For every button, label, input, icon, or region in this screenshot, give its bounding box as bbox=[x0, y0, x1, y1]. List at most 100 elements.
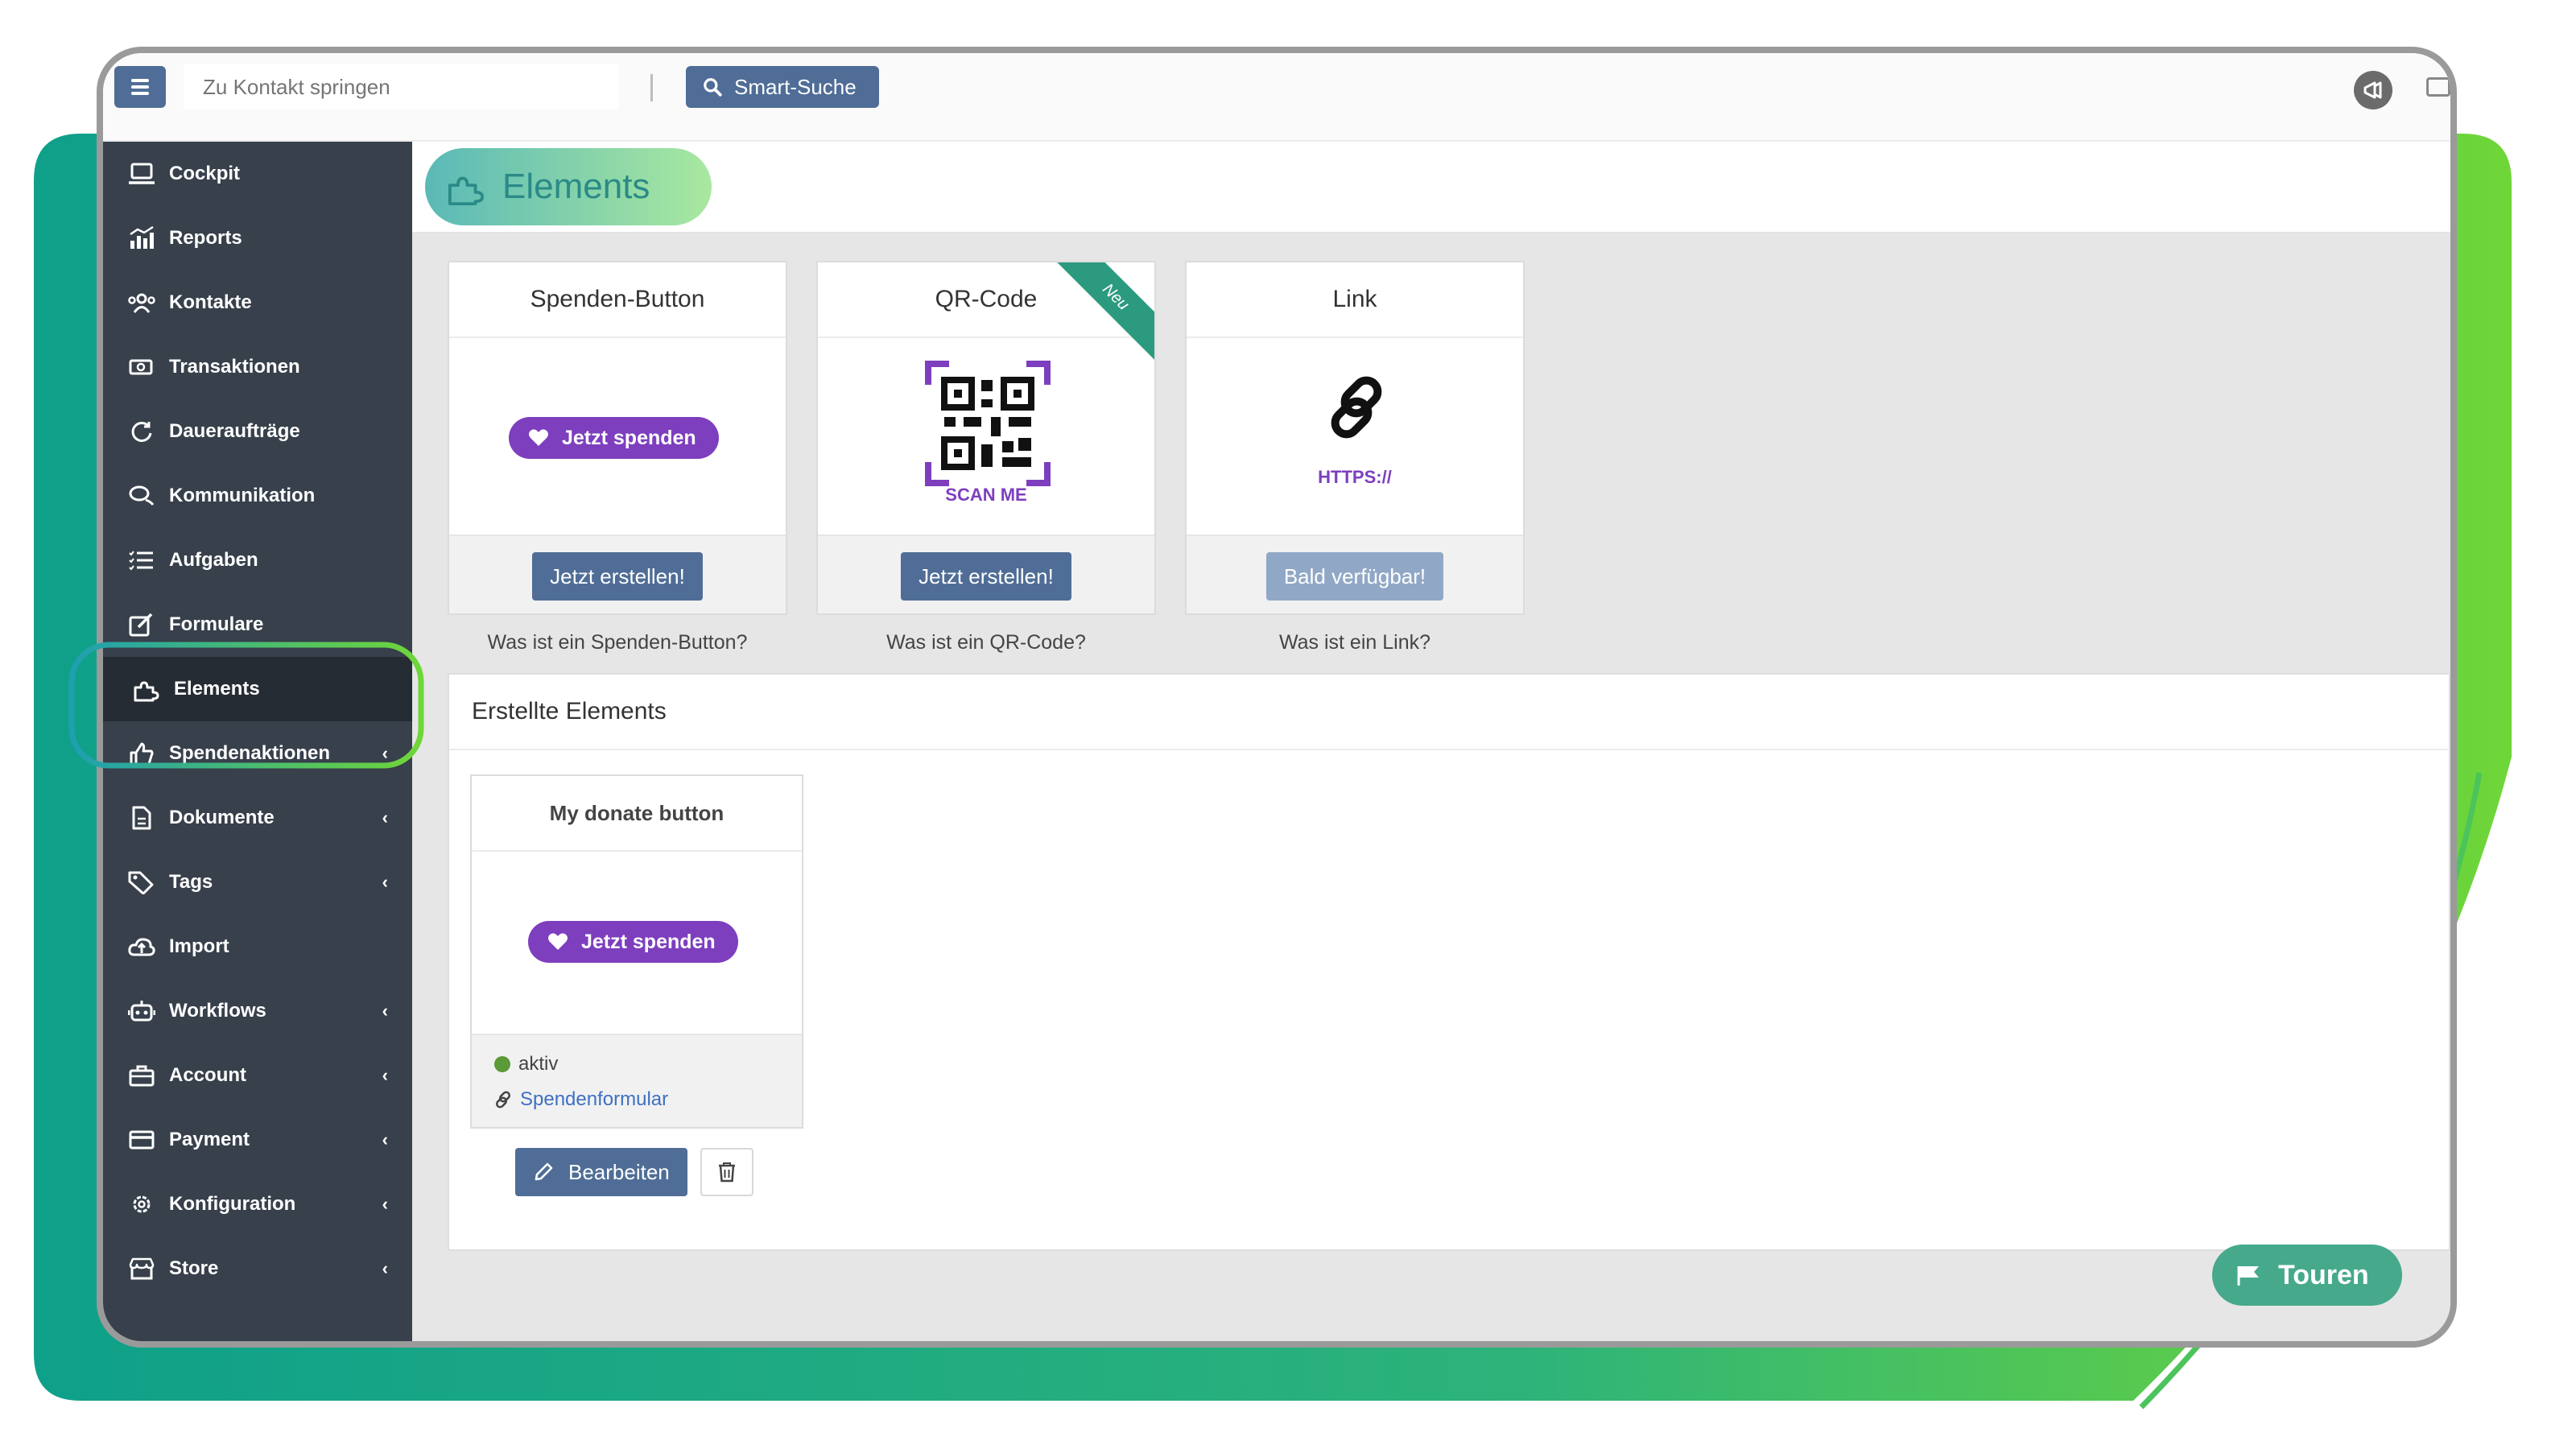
sidebar-item-workflows[interactable]: Workflows ‹ bbox=[103, 979, 412, 1043]
users-icon bbox=[127, 288, 156, 317]
element-footer: aktiv Spendenformular bbox=[472, 1034, 802, 1127]
sidebar-item-kommunikation[interactable]: Kommunikation bbox=[103, 464, 412, 528]
link-coming-soon-button[interactable]: Bald verfügbar! bbox=[1265, 552, 1444, 601]
sidebar-item-label: Import bbox=[169, 935, 229, 957]
status-indicator: aktiv bbox=[494, 1053, 558, 1075]
sidebar-item-label: Cockpit bbox=[169, 163, 241, 184]
hamburger-icon bbox=[131, 79, 149, 82]
sidebar-item-label: Tags bbox=[169, 871, 213, 893]
sidebar-item-label: Kommunikation bbox=[169, 485, 316, 506]
sidebar-item-cockpit[interactable]: Cockpit bbox=[103, 142, 412, 206]
sidebar-item-import[interactable]: Import bbox=[103, 914, 412, 979]
link-help-link[interactable]: Was ist ein Link? bbox=[1185, 631, 1525, 654]
search-icon bbox=[704, 78, 722, 97]
card-footer: Bald verfügbar! bbox=[1187, 535, 1523, 613]
heart-icon bbox=[548, 933, 568, 950]
card-preview: Jetzt spenden bbox=[449, 338, 786, 535]
element-preview: Jetzt spenden bbox=[472, 852, 802, 1034]
donate-button-label: Jetzt spenden bbox=[581, 930, 716, 953]
sidebar-item-label: Workflows bbox=[169, 1000, 266, 1022]
keyboard-icon[interactable] bbox=[2426, 77, 2450, 97]
contact-search-input[interactable] bbox=[184, 64, 618, 109]
form-icon bbox=[127, 610, 156, 639]
sidebar-item-payment[interactable]: Payment ‹ bbox=[103, 1108, 412, 1172]
smart-search-button[interactable]: Smart-Suche bbox=[686, 66, 879, 108]
edit-label: Bearbeiten bbox=[568, 1159, 670, 1184]
sidebar-item-konfiguration[interactable]: Konfiguration ‹ bbox=[103, 1172, 412, 1236]
sidebar-item-aufgaben[interactable]: Aufgaben bbox=[103, 528, 412, 592]
flag-icon bbox=[2237, 1266, 2259, 1286]
sidebar-item-kontakte[interactable]: Kontakte bbox=[103, 270, 412, 335]
hamburger-icon-line bbox=[131, 85, 149, 89]
sidebar-item-label: Konfiguration bbox=[169, 1193, 296, 1215]
sidebar-item-label: Aufgaben bbox=[169, 549, 258, 571]
card-title: Link bbox=[1187, 262, 1523, 338]
sidebar-item-dauerauftraege[interactable]: Daueraufträge bbox=[103, 399, 412, 464]
robot-icon bbox=[127, 997, 156, 1026]
card-preview: SCAN ME bbox=[818, 338, 1154, 535]
page-title: Elements bbox=[502, 167, 650, 206]
sidebar-item-reports[interactable]: Reports bbox=[103, 206, 412, 270]
store-icon bbox=[127, 1254, 156, 1283]
status-text: aktiv bbox=[518, 1053, 559, 1075]
hamburger-menu-button[interactable] bbox=[114, 66, 166, 108]
device-frame: Smart-Suche Cockpit Reports Kontakte bbox=[97, 47, 2457, 1348]
briefcase-icon bbox=[127, 1061, 156, 1090]
pencil-icon bbox=[535, 1162, 553, 1181]
status-dot bbox=[494, 1056, 510, 1072]
chain-link-icon bbox=[1331, 376, 1382, 439]
page-title-pill: Elements bbox=[425, 148, 712, 225]
smart-search-label: Smart-Suche bbox=[734, 74, 857, 99]
toolbar-divider bbox=[650, 74, 653, 101]
sidebar-item-label: Daueraufträge bbox=[169, 420, 300, 442]
element-type-card-qr-code: QR-Code Neu SCAN ME Jetzt erstellen! bbox=[816, 261, 1156, 615]
top-bar: Smart-Suche bbox=[103, 53, 2450, 142]
card-title: Spenden-Button bbox=[449, 262, 786, 338]
chevron-left-icon: ‹ bbox=[382, 872, 388, 892]
element-type-card-link: Link HTTPS:// Bald verfügbar! bbox=[1185, 261, 1525, 615]
sidebar-item-account[interactable]: Account ‹ bbox=[103, 1043, 412, 1108]
delete-element-button[interactable] bbox=[700, 1148, 753, 1196]
hamburger-icon-line bbox=[131, 92, 149, 95]
linked-form-label: Spendenformular bbox=[520, 1088, 669, 1110]
recurring-icon bbox=[127, 417, 156, 446]
sidebar-item-label: Formulare bbox=[169, 613, 264, 635]
money-icon bbox=[127, 353, 156, 382]
create-spenden-button-button[interactable]: Jetzt erstellen! bbox=[532, 552, 703, 601]
create-qr-code-button[interactable]: Jetzt erstellen! bbox=[901, 552, 1071, 601]
app-window: Smart-Suche Cockpit Reports Kontakte bbox=[103, 53, 2450, 1341]
puzzle-icon bbox=[446, 169, 486, 210]
sidebar-item-transaktionen[interactable]: Transaktionen bbox=[103, 335, 412, 399]
donate-button-preview: Jetzt spenden bbox=[509, 417, 719, 459]
sidebar-item-dokumente[interactable]: Dokumente ‹ bbox=[103, 786, 412, 850]
megaphone-icon bbox=[2363, 81, 2382, 99]
tours-button[interactable]: Touren bbox=[2212, 1245, 2402, 1306]
section-title: Erstellte Elements bbox=[449, 675, 2449, 750]
donate-button-label: Jetzt spenden bbox=[562, 426, 696, 449]
credit-card-icon bbox=[127, 1125, 156, 1154]
qr-scan-me-label: SCAN ME bbox=[945, 485, 1027, 505]
created-elements-section: Erstellte Elements My donate button Jetz… bbox=[448, 673, 2450, 1251]
donate-button-preview: Jetzt spenden bbox=[528, 921, 738, 963]
linked-form-link[interactable]: Spendenformular bbox=[494, 1088, 668, 1111]
edit-element-button[interactable]: Bearbeiten bbox=[515, 1148, 687, 1196]
main-content: Elements Spenden-Button Jetzt spenden Je… bbox=[412, 142, 2450, 1341]
chart-icon bbox=[127, 224, 156, 253]
announcement-icon[interactable] bbox=[2354, 71, 2392, 109]
sidebar-item-tags[interactable]: Tags ‹ bbox=[103, 850, 412, 914]
chevron-left-icon: ‹ bbox=[382, 1194, 388, 1214]
cloud-upload-icon bbox=[127, 932, 156, 961]
sidebar-item-label: Transaktionen bbox=[169, 356, 300, 378]
card-preview: HTTPS:// bbox=[1187, 338, 1523, 535]
sidebar-item-label: Kontakte bbox=[169, 291, 252, 313]
laptop-icon bbox=[127, 159, 156, 188]
sidebar-item-label: Payment bbox=[169, 1129, 250, 1150]
card-footer: Jetzt erstellen! bbox=[449, 535, 786, 613]
sidebar-item-store[interactable]: Store ‹ bbox=[103, 1236, 412, 1301]
spenden-button-help-link[interactable]: Was ist ein Spenden-Button? bbox=[448, 631, 787, 654]
tasks-icon bbox=[127, 546, 156, 575]
qr-code-help-link[interactable]: Was ist ein QR-Code? bbox=[816, 631, 1156, 654]
highlight-ring bbox=[68, 642, 424, 769]
chevron-left-icon: ‹ bbox=[382, 1001, 388, 1021]
element-name: My donate button bbox=[472, 776, 802, 852]
